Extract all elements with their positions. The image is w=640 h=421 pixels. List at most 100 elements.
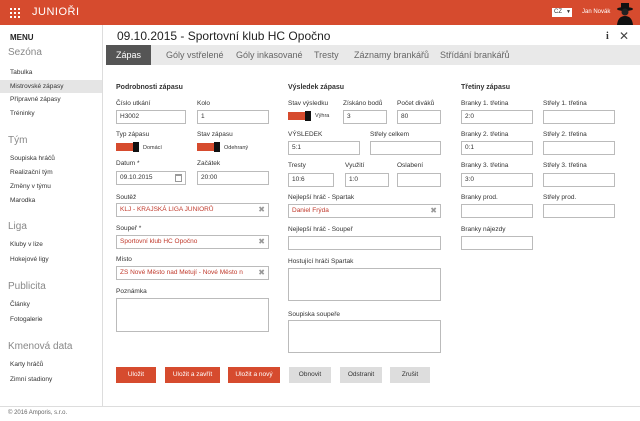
divaku-field[interactable]: 80: [397, 110, 441, 124]
strely-celkem-field[interactable]: [370, 141, 441, 155]
guests-textarea[interactable]: [288, 268, 441, 301]
cancel-button[interactable]: Zrušit: [390, 367, 430, 383]
best-away-label: Nejlepší hráč - Soupeř: [288, 226, 353, 233]
b1-field[interactable]: 2:0: [461, 110, 533, 124]
s2-field[interactable]: [543, 141, 615, 155]
vysledek-field[interactable]: 5:1: [288, 141, 360, 155]
bn-field[interactable]: [461, 236, 533, 250]
body-field[interactable]: 3: [343, 110, 387, 124]
stav-zapasu-toggle[interactable]: [197, 142, 221, 152]
best-home-value: Daniel Frýda: [292, 207, 329, 214]
souper-value: Sportovní klub HC Opočno: [120, 238, 198, 245]
app-brand[interactable]: JUNIOŘI: [32, 6, 80, 18]
tab-tresty[interactable]: Tresty: [314, 45, 339, 65]
sidebar-item-clanky[interactable]: Články: [0, 298, 102, 311]
sidebar-item-kluby[interactable]: Kluby v lize: [0, 238, 102, 251]
zacatek-field[interactable]: 20:00: [197, 171, 269, 185]
clear-icon[interactable]: ✖: [258, 236, 265, 248]
stav-vysledku-toggle[interactable]: [288, 111, 312, 121]
misto-value: ZS Nové Město nad Metují - Nové Město n: [120, 269, 243, 276]
tresty-field[interactable]: 10:6: [288, 173, 334, 187]
tab-zapas[interactable]: Zápas: [106, 45, 152, 65]
souper-label: Soupeř *: [116, 225, 142, 232]
clear-icon[interactable]: ✖: [257, 267, 265, 279]
sidebar-item-soupiska[interactable]: Soupiska hráčů: [0, 152, 102, 165]
save-new-button[interactable]: Uložit a nový: [228, 367, 280, 383]
b2-field[interactable]: 0:1: [461, 141, 533, 155]
b3-field[interactable]: 3:0: [461, 173, 533, 187]
delete-button[interactable]: Odstranit: [340, 367, 382, 383]
poznamka-label: Poznámka: [116, 288, 147, 295]
bn-label: Branky nájezdy: [461, 226, 506, 233]
calendar-icon[interactable]: [175, 174, 182, 182]
sp-field[interactable]: [543, 204, 615, 218]
misto-label: Místo: [116, 256, 132, 263]
best-away-field[interactable]: [288, 236, 441, 250]
details-header: Podrobnosti zápasu: [116, 84, 183, 91]
vyuziti-field[interactable]: 1:0: [345, 173, 389, 187]
soutez-label: Soutěž: [116, 194, 137, 201]
s3-label: Střely 3. třetina: [543, 162, 587, 169]
s1-field[interactable]: [543, 110, 615, 124]
oslabeni-field[interactable]: [397, 173, 441, 187]
misto-select[interactable]: ZS Nové Město nad Metují - Nové Město n ✖: [116, 266, 269, 280]
cislo-field[interactable]: H3002: [116, 110, 186, 124]
sidebar-item-fotogalerie[interactable]: Fotogalerie: [0, 313, 102, 326]
save-close-button[interactable]: Uložit a zavřít: [165, 367, 220, 383]
poznamka-textarea[interactable]: [116, 298, 269, 332]
datum-label: Datum *: [116, 160, 140, 167]
typ-value: Domácí: [143, 145, 162, 151]
save-button[interactable]: Uložit: [116, 367, 156, 383]
sidebar-item-treninky[interactable]: Tréninky: [0, 107, 102, 120]
tab-bar: Zápas Góly vstřelené Góly inkasované Tre…: [106, 45, 640, 65]
datum-value: 09.10.2015: [120, 174, 153, 181]
vysledek-label: VÝSLEDEK: [288, 131, 323, 138]
sidebar-item-mistrovske-zapasy[interactable]: Mistrovské zápasy: [0, 80, 102, 93]
section-tym[interactable]: Tým: [8, 135, 27, 146]
kolo-label: Kolo: [197, 100, 211, 107]
sp-label: Střely prod.: [543, 194, 577, 201]
sidebar-item-pripravne-zapasy[interactable]: Přípravné zápasy: [0, 93, 102, 106]
roster-textarea[interactable]: [288, 320, 441, 353]
s3-field[interactable]: [543, 173, 615, 187]
body-label: Získáno bodů: [343, 100, 383, 107]
clear-icon[interactable]: ✖: [430, 205, 437, 217]
section-sezona[interactable]: Sezóna: [8, 47, 42, 58]
vyuziti-label: Využití: [345, 162, 365, 169]
sidebar-item-marodka[interactable]: Marodka: [0, 194, 102, 207]
typ-toggle[interactable]: [116, 142, 140, 152]
best-home-select[interactable]: Daniel Frýda ✖: [288, 204, 441, 218]
section-liga[interactable]: Liga: [8, 221, 27, 232]
datum-field[interactable]: 09.10.2015: [116, 171, 186, 185]
tab-goly-vstrelene[interactable]: Góly vstřelené: [166, 45, 224, 65]
kolo-field[interactable]: 1: [197, 110, 269, 124]
section-publicita[interactable]: Publicita: [8, 281, 46, 292]
b2-label: Branky 2. třetina: [461, 131, 509, 138]
section-kmenova-data[interactable]: Kmenová data: [8, 341, 73, 352]
sidebar-item-karty-hracu[interactable]: Karty hráčů: [0, 358, 102, 371]
stav-zapasu-value: Odehraný: [224, 145, 249, 151]
periods-header: Třetiny zápasu: [461, 84, 511, 91]
user-name[interactable]: Jan Novák: [582, 9, 610, 15]
sidebar-item-zmeny[interactable]: Změny v týmu: [0, 180, 102, 193]
close-icon[interactable]: ✕: [619, 29, 629, 43]
page-title: 09.10.2015 - Sportovní klub HC Opočno: [117, 29, 331, 43]
language-select[interactable]: CZ ▼: [552, 8, 572, 17]
soutez-select[interactable]: KLJ - KRAJSKÁ LIGA JUNIORŮ ✖: [116, 203, 269, 217]
tab-stridani-brankaru[interactable]: Střídání brankářů: [440, 45, 510, 65]
strely-celkem-label: Střely celkem: [370, 131, 410, 138]
sidebar-item-zimni-stadiony[interactable]: Zimní stadiony: [0, 373, 102, 386]
oslabeni-label: Oslabení: [397, 162, 424, 169]
sidebar-item-tabulka[interactable]: Tabulka: [0, 66, 102, 79]
souper-select[interactable]: Sportovní klub HC Opočno ✖: [116, 235, 269, 249]
tab-goly-inkasovane[interactable]: Góly inkasované: [236, 45, 303, 65]
sidebar-item-realizacni-tym[interactable]: Realizační tým: [0, 166, 102, 179]
info-icon[interactable]: i: [606, 31, 609, 42]
avatar[interactable]: [612, 1, 638, 25]
clear-icon[interactable]: ✖: [258, 204, 265, 216]
bp-field[interactable]: [461, 204, 533, 218]
tab-zaznamy-brankaru[interactable]: Záznamy brankářů: [354, 45, 429, 65]
sidebar-item-ligy[interactable]: Hokejové ligy: [0, 253, 102, 266]
apps-grid-icon[interactable]: [10, 8, 20, 18]
refresh-button[interactable]: Obnovit: [289, 367, 331, 383]
